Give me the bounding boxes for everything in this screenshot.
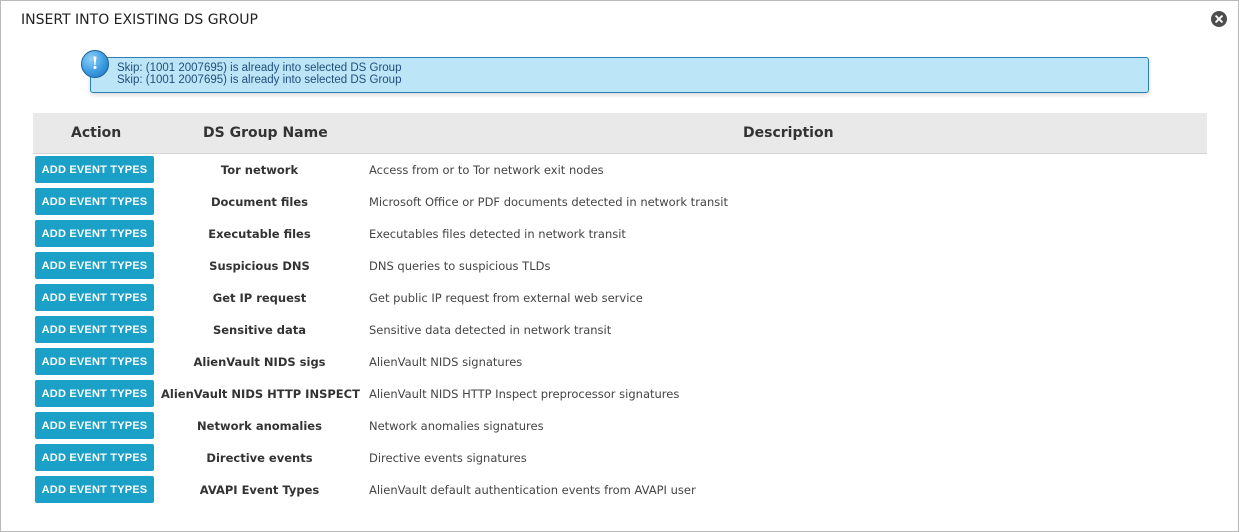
ds-group-name: Get IP request	[212, 291, 307, 305]
table-row: ADD EVENT TYPES Network anomalies Network …	[33, 410, 1207, 442]
add-event-types-button[interactable]: ADD EVENT TYPES	[35, 284, 154, 311]
ds-group-description: DNS queries to suspicious TLDs	[369, 259, 551, 273]
table-row: ADD EVENT TYPES Directive events Directive…	[33, 442, 1207, 474]
add-event-types-button[interactable]: ADD EVENT TYPES	[35, 252, 154, 279]
table-row: ADD EVENT TYPES AVAPI Event Types AlienVau…	[33, 474, 1207, 506]
notice-box: Skip: (1001 2007695) is already into sel…	[90, 57, 1149, 93]
notice-line-2: Skip: (1001 2007695) is already into sel…	[117, 74, 402, 86]
header-action: Action	[71, 125, 122, 141]
ds-group-name: AlienVault NIDS HTTP INSPECT	[161, 387, 360, 401]
add-event-types-button[interactable]: ADD EVENT TYPES	[35, 380, 154, 407]
ds-group-name: Network anomalies	[197, 419, 322, 433]
add-event-types-button[interactable]: ADD EVENT TYPES	[35, 444, 154, 471]
ds-group-description: Directive events signatures	[369, 451, 527, 465]
ds-group-name: Document files	[210, 195, 309, 209]
add-event-types-button[interactable]: ADD EVENT TYPES	[35, 316, 154, 343]
ds-group-name: Suspicious DNS	[209, 259, 310, 273]
add-event-types-button[interactable]: ADD EVENT TYPES	[35, 476, 154, 503]
ds-group-name: Sensitive data	[212, 323, 307, 337]
add-event-types-button[interactable]: ADD EVENT TYPES	[35, 220, 154, 247]
table-row: ADD EVENT TYPES Executable files Executabl…	[33, 218, 1207, 250]
table-row: ADD EVENT TYPES Tor network Access from or…	[33, 154, 1207, 186]
header-ds-group-name: DS Group Name	[203, 125, 328, 141]
table-row: ADD EVENT TYPES AlienVault NIDS HTTP INSP…	[33, 378, 1207, 410]
table-row: ADD EVENT TYPES Get IP request Get public …	[33, 282, 1207, 314]
ds-group-description: Microsoft Office or PDF documents detect…	[369, 195, 728, 209]
add-event-types-button[interactable]: ADD EVENT TYPES	[35, 412, 154, 439]
close-icon[interactable]	[1211, 11, 1227, 27]
ds-group-name: AVAPI Event Types	[199, 483, 320, 497]
info-icon: !	[81, 50, 109, 78]
add-event-types-button[interactable]: ADD EVENT TYPES	[35, 348, 154, 375]
ds-group-name: Executable files	[208, 227, 311, 241]
add-event-types-button[interactable]: ADD EVENT TYPES	[35, 188, 154, 215]
ds-group-name: AlienVault NIDS sigs	[193, 355, 326, 369]
ds-group-description: Network anomalies signatures	[369, 419, 544, 433]
header-description: Description	[743, 125, 834, 141]
ds-group-description: Executables files detected in network tr…	[369, 227, 626, 241]
notice-line-1: Skip: (1001 2007695) is already into sel…	[117, 62, 402, 74]
table-header: Action DS Group Name Description	[33, 113, 1207, 154]
insert-ds-group-dialog: INSERT INTO EXISTING DS GROUP ! Skip: (1…	[0, 0, 1239, 532]
notice-messages: Skip: (1001 2007695) is already into sel…	[117, 62, 401, 86]
table-body: ADD EVENT TYPES Tor network Access from or…	[33, 154, 1207, 506]
ds-group-description: AlienVault NIDS HTTP Inspect preprocesso…	[369, 387, 680, 401]
ds-group-table: Action DS Group Name Description ADD EVE…	[33, 113, 1207, 506]
dialog-title: INSERT INTO EXISTING DS GROUP	[21, 12, 258, 28]
table-row: ADD EVENT TYPES AlienVault NIDS sigs Alien…	[33, 346, 1207, 378]
table-row: ADD EVENT TYPES Suspicious DNS DNS queries…	[33, 250, 1207, 282]
ds-group-name: Tor network	[220, 163, 299, 177]
ds-group-name: Directive events	[206, 451, 313, 465]
table-row: ADD EVENT TYPES Document files Microsoft O…	[33, 186, 1207, 218]
ds-group-description: AlienVault NIDS signatures	[369, 355, 523, 369]
ds-group-description: Sensitive data detected in network trans…	[369, 323, 612, 337]
ds-group-description: Get public IP request from external web …	[369, 291, 643, 305]
ds-group-description: Access from or to Tor network exit nodes	[369, 163, 604, 177]
add-event-types-button[interactable]: ADD EVENT TYPES	[35, 156, 154, 183]
table-row: ADD EVENT TYPES Sensitive data Sensitive d…	[33, 314, 1207, 346]
ds-group-description: AlienVault default authentication events…	[369, 483, 696, 497]
